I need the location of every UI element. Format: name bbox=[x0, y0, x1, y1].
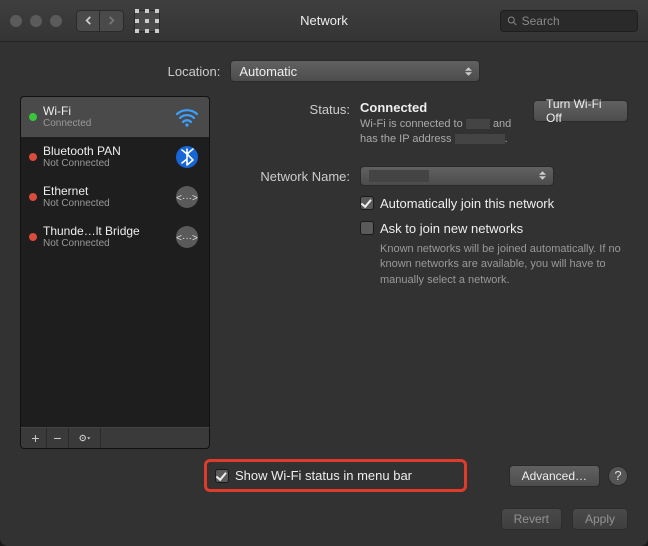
detail-pane: Status: Connected Wi-Fi is connected to … bbox=[224, 96, 628, 449]
sidebar-item-name: Wi-Fi bbox=[43, 104, 167, 118]
window-controls bbox=[10, 15, 62, 27]
status-value: Connected bbox=[360, 100, 517, 115]
sidebar-item-name: Bluetooth PAN bbox=[43, 144, 167, 158]
titlebar: Network bbox=[0, 0, 648, 42]
sidebar-item-thunde-lt-bridge[interactable]: Thunde…lt Bridge Not Connected <···> bbox=[21, 217, 209, 257]
ask-join-description: Known networks will be joined automatica… bbox=[380, 242, 628, 288]
ethernet-icon: <···> bbox=[173, 183, 201, 211]
turn-wifi-off-button[interactable]: Turn Wi-Fi Off bbox=[533, 100, 628, 122]
interface-list[interactable]: Wi-Fi Connected Bluetooth PAN Not Connec… bbox=[20, 96, 210, 427]
sidebar-item-ethernet[interactable]: Ethernet Not Connected <···> bbox=[21, 177, 209, 217]
help-button[interactable]: ? bbox=[608, 466, 628, 486]
svg-text:<···>: <···> bbox=[176, 233, 198, 244]
search-icon bbox=[507, 15, 518, 27]
ethernet-icon: <···> bbox=[173, 223, 201, 251]
highlight-annotation: Show Wi-Fi status in menu bar bbox=[204, 459, 467, 492]
location-label: Location: bbox=[168, 64, 221, 79]
sidebar-item-status: Connected bbox=[43, 118, 167, 130]
minimize-icon[interactable] bbox=[30, 15, 42, 27]
revert-button[interactable]: Revert bbox=[501, 508, 562, 530]
show-all-button[interactable] bbox=[134, 10, 160, 32]
sidebar-item-name: Ethernet bbox=[43, 184, 167, 198]
close-icon[interactable] bbox=[10, 15, 22, 27]
add-interface-button[interactable]: + bbox=[25, 428, 47, 448]
search-field[interactable] bbox=[500, 10, 638, 32]
zoom-icon[interactable] bbox=[50, 15, 62, 27]
sidebar-item-bluetooth-pan[interactable]: Bluetooth PAN Not Connected bbox=[21, 137, 209, 177]
network-name-select[interactable] bbox=[360, 166, 554, 186]
location-value: Automatic bbox=[239, 64, 297, 79]
search-input[interactable] bbox=[522, 14, 631, 28]
ask-join-checkbox[interactable] bbox=[360, 221, 374, 235]
chevron-updown-icon bbox=[461, 61, 475, 81]
status-label: Status: bbox=[224, 100, 360, 148]
remove-interface-button[interactable]: − bbox=[47, 428, 69, 448]
chevron-updown-icon bbox=[535, 167, 549, 185]
advanced-button[interactable]: Advanced… bbox=[509, 465, 600, 487]
interface-actions-button[interactable] bbox=[69, 428, 101, 448]
auto-join-label: Automatically join this network bbox=[380, 196, 554, 211]
location-select[interactable]: Automatic bbox=[230, 60, 480, 82]
svg-text:<···>: <···> bbox=[176, 193, 198, 204]
sidebar-item-name: Thunde…lt Bridge bbox=[43, 224, 167, 238]
status-dot-icon bbox=[29, 113, 37, 121]
status-description: Wi-Fi is connected to and has the IP add… bbox=[360, 117, 517, 148]
redacted-ssid bbox=[466, 119, 490, 129]
sidebar-item-status: Not Connected bbox=[43, 238, 167, 250]
status-dot-icon bbox=[29, 193, 37, 201]
sidebar-footer: + − bbox=[20, 427, 210, 449]
bluetooth-icon bbox=[173, 143, 201, 171]
show-status-checkbox[interactable] bbox=[215, 469, 229, 483]
show-status-label: Show Wi-Fi status in menu bar bbox=[235, 468, 412, 483]
redacted-ip bbox=[455, 134, 505, 144]
sidebar-item-status: Not Connected bbox=[43, 158, 167, 170]
gear-icon bbox=[79, 432, 91, 444]
grid-icon bbox=[135, 9, 159, 33]
redacted-network-name bbox=[369, 170, 429, 182]
auto-join-checkbox[interactable] bbox=[360, 196, 374, 210]
sidebar-item-status: Not Connected bbox=[43, 198, 167, 210]
network-name-label: Network Name: bbox=[224, 167, 360, 184]
sidebar-item-wi-fi[interactable]: Wi-Fi Connected bbox=[21, 97, 209, 137]
status-dot-icon bbox=[29, 233, 37, 241]
status-dot-icon bbox=[29, 153, 37, 161]
back-button[interactable] bbox=[76, 10, 100, 32]
wifi-icon bbox=[173, 103, 201, 131]
apply-button[interactable]: Apply bbox=[572, 508, 628, 530]
ask-join-label: Ask to join new networks bbox=[380, 221, 523, 236]
forward-button[interactable] bbox=[100, 10, 124, 32]
